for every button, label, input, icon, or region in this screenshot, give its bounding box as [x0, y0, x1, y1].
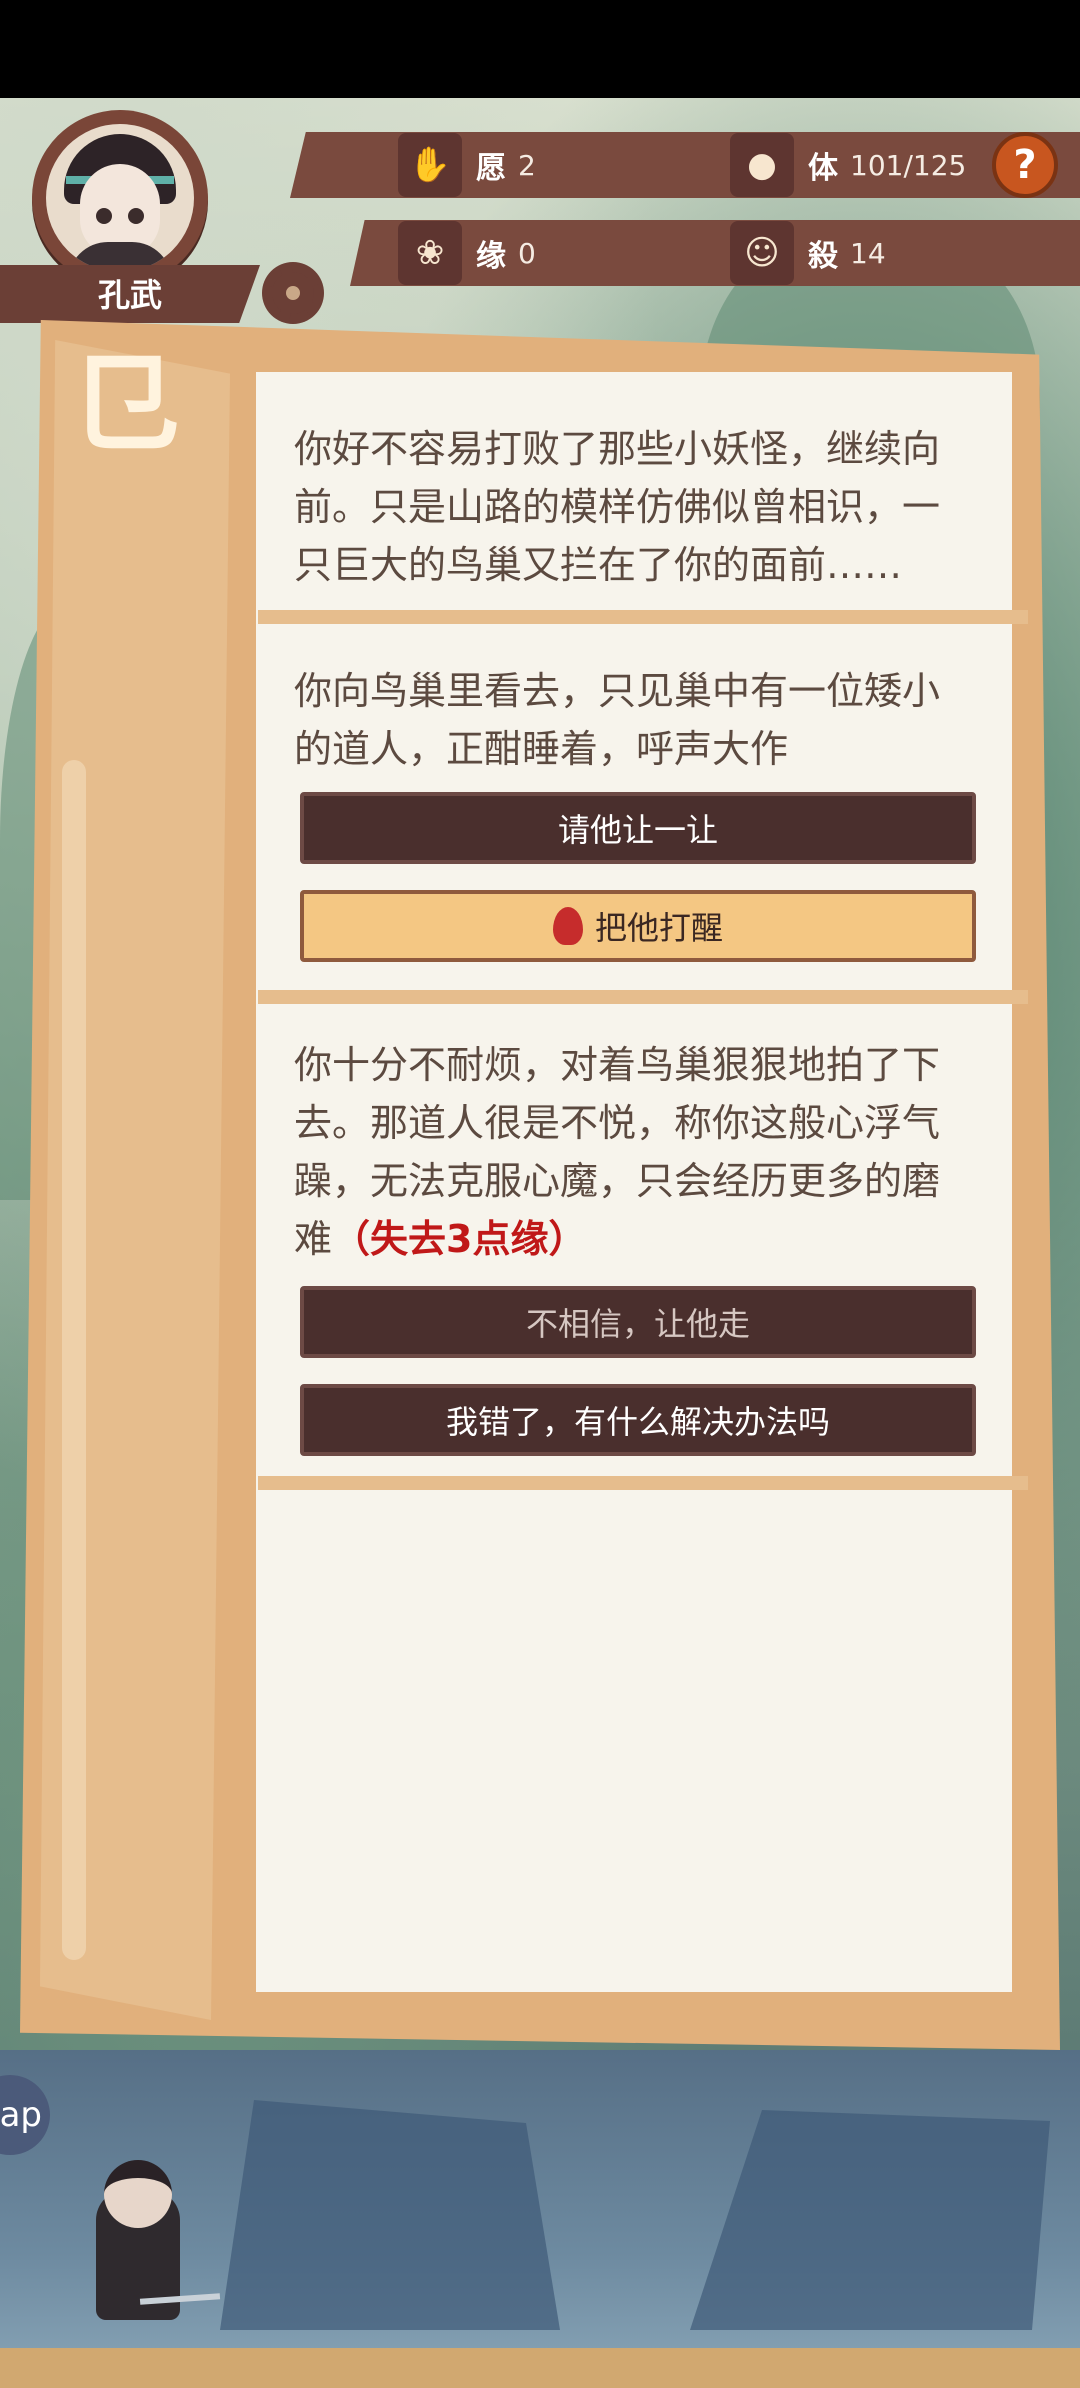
card-divider	[258, 990, 1028, 1004]
stat-fate-label: 缘	[476, 239, 506, 274]
rock-shape	[220, 2100, 560, 2330]
stat-kill: ☺ 殺 14	[730, 220, 886, 286]
buddha-icon: ☺	[730, 221, 794, 285]
stat-body-value: 101/125	[850, 148, 967, 182]
flame-icon	[552, 907, 583, 945]
bun-icon: ●	[730, 133, 794, 197]
avatar[interactable]	[46, 124, 194, 272]
story-paragraph-1: 你好不容易打败了那些小妖怪，继续向前。只是山路的模样仿佛似曾相识，一只巨大的鸟巢…	[294, 427, 941, 587]
stat-wish-label: 愿	[476, 151, 506, 186]
story-card-2: 你向鸟巢里看去，只见巢中有一位矮小的道人，正酣睡着，呼声大作 请他让一让 把他打…	[258, 632, 1010, 982]
choice-ask-move-button[interactable]: 请他让一让	[300, 792, 976, 864]
stat-wish: ✋ 愿 2	[398, 132, 536, 198]
help-button[interactable]: ?	[992, 132, 1058, 198]
choice-disbelieve-label: 不相信，让他走	[525, 1305, 750, 1343]
fate-loss-text: （失去3点缘）	[332, 1217, 587, 1261]
floor-strip	[0, 2348, 1080, 2388]
choice-ask-move-label: 请他让一让	[557, 811, 718, 849]
story-paragraph-3: 你十分不耐烦，对着鸟巢狠狠地拍了下去。那道人很是不悦，称你这般心浮气躁，无法克服…	[294, 1036, 970, 1268]
choice-apologize-button[interactable]: 我错了，有什么解决办法吗	[300, 1384, 976, 1456]
lotus-icon: ❀	[398, 221, 462, 285]
gear-icon[interactable]	[262, 262, 324, 324]
choice-apologize-label: 我错了，有什么解决办法吗	[445, 1403, 830, 1441]
card-divider	[258, 610, 1028, 624]
choice-wake-label: 把他打醒	[594, 909, 723, 947]
story-card-3: 你十分不耐烦，对着鸟巢狠狠地拍了下去。那道人很是不悦，称你这般心浮气躁，无法克服…	[258, 1014, 1010, 1468]
stat-body: ● 体 101/125	[730, 132, 966, 198]
hand-icon: ✋	[398, 133, 462, 197]
status-bar	[0, 0, 1080, 98]
stat-kill-label: 殺	[808, 239, 838, 274]
choice-disbelieve-button[interactable]: 不相信，让他走	[300, 1286, 976, 1358]
stat-fate-value: 0	[518, 236, 536, 270]
stat-kill-value: 14	[850, 236, 886, 270]
character-name: 孔武	[97, 276, 162, 314]
stat-wish-value: 2	[518, 148, 536, 182]
card-divider	[258, 1476, 1028, 1490]
choice-wake-button[interactable]: 把他打醒	[300, 890, 976, 962]
stat-fate: ❀ 缘 0	[398, 220, 536, 286]
story-card-1: 你好不容易打败了那些小妖怪，继续向前。只是山路的模样仿佛似曾相识，一只巨大的鸟巢…	[258, 380, 1010, 608]
player-character-head	[104, 2160, 172, 2228]
story-paragraph-2: 你向鸟巢里看去，只见巢中有一位矮小的道人，正酣睡着，呼声大作	[294, 669, 941, 771]
scroll-highlight	[62, 760, 86, 1960]
avatar-eye	[128, 208, 144, 224]
avatar-eye	[96, 208, 112, 224]
stat-body-label: 体	[808, 151, 838, 186]
scroll-emblem-icon: ⺋	[69, 340, 179, 468]
